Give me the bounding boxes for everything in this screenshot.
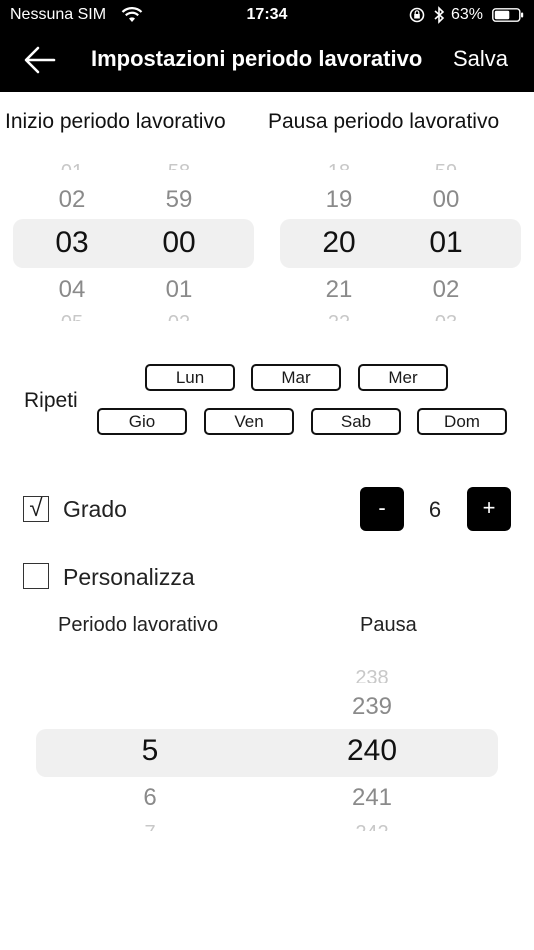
day-button-ven[interactable]: Ven [204, 408, 294, 435]
wheel-selected-item: 20 [322, 226, 356, 259]
save-button[interactable]: Salva [453, 46, 508, 72]
wheel-item: 04 [58, 276, 86, 303]
wheel-item: 238 [355, 669, 389, 683]
wheel-item: 19 [325, 186, 353, 213]
start-hour-wheel[interactable]: 01 02 03 04 05 [32, 158, 112, 323]
custom-selection-band [36, 729, 498, 777]
pause-hour-wheel[interactable]: 18 19 20 21 22 [299, 158, 379, 323]
wheel-item: 59 [406, 162, 486, 170]
day-button-sab[interactable]: Sab [311, 408, 401, 435]
wheel-item: 239 [351, 693, 393, 720]
page-title: Impostazioni periodo lavorativo [91, 46, 423, 71]
pause-period-label: Pausa periodo lavorativo [268, 110, 500, 133]
wheel-item: 6 [143, 784, 157, 811]
increment-button[interactable]: + [467, 487, 511, 531]
work-period-label: Periodo lavorativo [58, 614, 219, 636]
day-button-mar[interactable]: Mar [251, 364, 341, 391]
back-arrow-icon[interactable] [22, 42, 58, 78]
day-button-mer[interactable]: Mer [358, 364, 448, 391]
check-mark-icon: √ [29, 495, 43, 522]
wheel-item: 02 [432, 276, 460, 303]
wheel-item: 18 [299, 162, 379, 170]
grado-value: 6 [428, 497, 442, 522]
wheel-item: 59 [165, 186, 193, 213]
wheel-item: 241 [351, 784, 393, 811]
battery-icon [492, 8, 524, 22]
wheel-item: 02 [139, 313, 219, 321]
wheel-item: 00 [432, 186, 460, 213]
work-period-wheel[interactable]: 5 6 7 [110, 665, 190, 835]
wheel-selected-item: 240 [346, 734, 398, 767]
wheel-item: 242 [332, 823, 412, 831]
personalizza-checkbox[interactable] [23, 563, 49, 589]
wheel-selected-item: 01 [429, 226, 463, 259]
bluetooth-icon [434, 6, 445, 24]
wheel-item: 05 [32, 313, 112, 321]
rotation-lock-icon [409, 7, 425, 23]
pause-label: Pausa [360, 614, 417, 636]
start-minute-wheel[interactable]: 58 59 00 01 02 [139, 158, 219, 323]
wheel-selected-item: 5 [141, 734, 159, 767]
wheel-item: 7 [110, 823, 190, 831]
battery-percent: 63% [451, 6, 484, 23]
wheel-item: 01 [165, 276, 193, 303]
wheel-selected-item: 00 [162, 226, 196, 259]
decrement-button[interactable]: - [360, 487, 404, 531]
personalizza-label: Personalizza [63, 564, 195, 590]
day-button-gio[interactable]: Gio [97, 408, 187, 435]
top-bar: Nessuna SIM 17:34 63% Impostazioni perio… [0, 0, 534, 92]
start-period-label: Inizio periodo lavorativo [5, 110, 226, 133]
wheel-selected-item: 03 [55, 226, 89, 259]
pause-wheel[interactable]: 238 239 240 241 242 [332, 665, 412, 835]
grado-label: Grado [63, 496, 127, 522]
wheel-item: 02 [58, 186, 86, 213]
status-bar: Nessuna SIM 17:34 63% [0, 0, 534, 30]
pause-minute-wheel[interactable]: 59 00 01 02 03 [406, 158, 486, 323]
wheel-item: 22 [299, 313, 379, 321]
day-button-dom[interactable]: Dom [417, 408, 507, 435]
wheel-item: 03 [406, 313, 486, 321]
wheel-item: 01 [32, 162, 112, 170]
wheel-item: 21 [325, 276, 353, 303]
day-button-lun[interactable]: Lun [145, 364, 235, 391]
grado-checkbox[interactable]: √ [23, 496, 49, 522]
wheel-item: 58 [139, 162, 219, 170]
repeat-label: Ripeti [24, 389, 78, 412]
